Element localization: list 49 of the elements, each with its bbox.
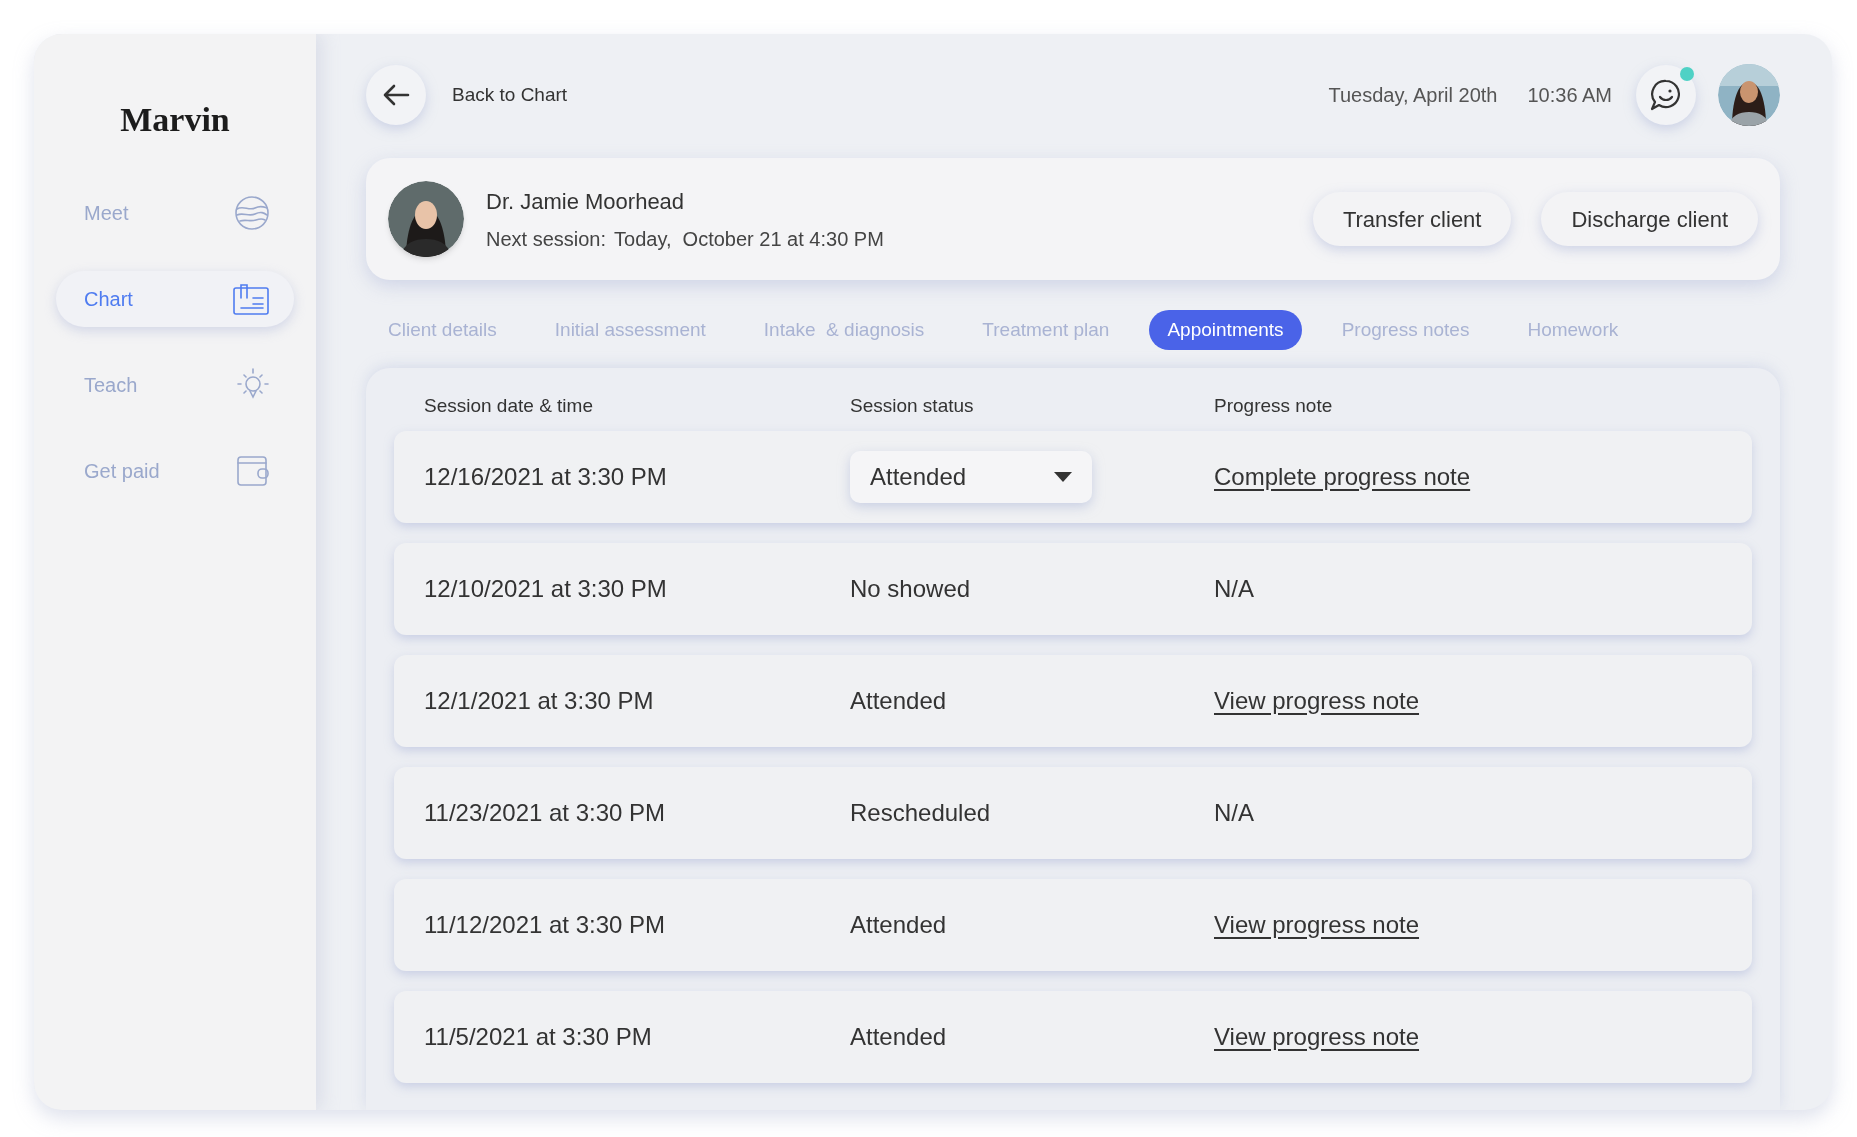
clipboard-icon [232,282,270,316]
client-action-button[interactable]: Transfer client [1312,192,1512,246]
date-label: Tuesday, April 20th [1328,83,1498,108]
globe-icon [234,195,270,231]
session-date: 11/23/2021 at 3:30 PM [424,797,667,828]
progress-note-link[interactable]: View progress note [1214,910,1419,938]
tab[interactable]: Homework [1509,310,1637,350]
session-date: 11/12/2021 at 3:30 PM [424,909,667,940]
caret-icon [1054,471,1072,482]
session-date: 12/10/2021 at 3:30 PM [424,573,668,604]
column-header: Progress note [1214,394,1334,418]
progress-note-link[interactable]: Complete progress note [1214,462,1471,490]
progress-note: N/A [1214,574,1254,602]
session-date: 12/1/2021 at 3:30 PM [424,685,655,716]
column-header: Session date & time [424,394,594,418]
session-date: 12/16/2021 at 3:30 PM [424,461,668,492]
sidebar-item[interactable]: Teach [56,357,294,413]
tab[interactable]: Appointments [1149,310,1302,350]
progress-note-link[interactable]: View progress note [1214,686,1419,714]
session-status: Rescheduled [850,798,991,826]
tab[interactable]: Intake & diagnosis [745,310,943,350]
smiley-chat-icon [1649,78,1683,112]
tab[interactable]: Client details [370,310,515,350]
progress-note: N/A [1214,798,1254,826]
next-session-label: Next session: [486,226,607,252]
back-link[interactable]: Back to Chart [452,80,568,110]
back-arrow-icon [382,83,410,107]
sidebar-item[interactable]: Get paid [56,443,294,499]
next-session-value: Today, October 21 at 4:30 PM [614,226,884,252]
tab[interactable]: Progress notes [1323,310,1488,350]
session-status: No showed [850,574,971,602]
session-date: 11/5/2021 at 3:30 PM [424,1021,653,1052]
session-status: Attended [850,686,947,714]
session-status: Attended [850,910,947,938]
tab[interactable]: Initial assessment [536,310,724,350]
session-status: Attended [850,1022,947,1050]
back-button[interactable] [366,65,426,125]
column-header: Session status [850,394,975,418]
client-name: Dr. Jamie Moorhead [486,187,686,216]
progress-note-link[interactable]: View progress note [1214,1022,1419,1050]
wallet-icon [236,454,270,488]
sidebar-item[interactable]: Chart [56,271,294,327]
client-action-button[interactable]: Discharge client [1541,192,1758,246]
time-label: 10:36 AM [1527,83,1612,108]
chat-button[interactable] [1636,65,1696,125]
sidebar-item[interactable]: Meet [56,185,294,241]
status-dropdown[interactable]: Attended [850,450,1092,503]
brand-logo: Marvin [119,100,231,140]
tab[interactable]: Treatment plan [964,310,1128,350]
